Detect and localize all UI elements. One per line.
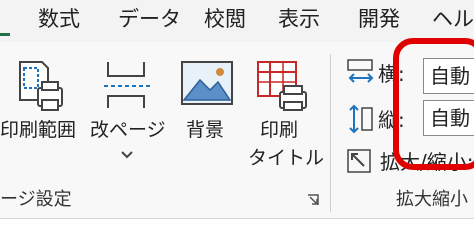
print-titles-label-line1: 印刷 xyxy=(260,119,299,141)
active-tab-indicator xyxy=(0,33,10,36)
background-label: 背景 xyxy=(186,119,225,141)
tab-view[interactable]: 表示 xyxy=(278,6,320,32)
width-arrows-icon xyxy=(347,59,374,83)
background-image-icon xyxy=(181,61,233,105)
tab-formulas[interactable]: 数式 xyxy=(38,6,80,32)
group-separator xyxy=(330,54,331,212)
print-area-label: 印刷範囲 xyxy=(0,119,77,141)
breaks-label: 改ページ xyxy=(90,119,166,141)
zoom-scale-icon xyxy=(347,149,371,173)
background-button[interactable]: 背景 xyxy=(176,54,240,154)
tab-data[interactable]: データ xyxy=(118,6,181,32)
page-break-icon xyxy=(104,62,150,108)
highlight-annotation xyxy=(393,38,474,170)
tab-review[interactable]: 校閲 xyxy=(204,6,246,32)
height-arrows-icon xyxy=(349,104,373,134)
page-setup-group-label: ージ設定 xyxy=(0,189,72,210)
breaks-button[interactable]: 改ページ xyxy=(88,54,168,174)
chevron-down-icon xyxy=(121,151,133,159)
dialog-launcher-icon[interactable] xyxy=(305,192,321,208)
print-titles-label-line2: タイトル xyxy=(248,147,325,169)
ribbon-tabs: 数式 データ 校閲 表示 開発 ヘル xyxy=(0,0,474,38)
print-titles-icon xyxy=(257,61,307,111)
print-area-icon xyxy=(19,61,63,111)
worksheet-edge xyxy=(0,218,474,248)
tab-developer[interactable]: 開発 xyxy=(358,6,400,32)
scale-group-label: 拡大縮小 xyxy=(396,189,468,210)
tab-help[interactable]: ヘル xyxy=(432,6,474,32)
print-area-button[interactable]: 印刷範囲 xyxy=(0,54,80,174)
print-titles-button[interactable]: 印刷 タイトル xyxy=(246,54,324,174)
